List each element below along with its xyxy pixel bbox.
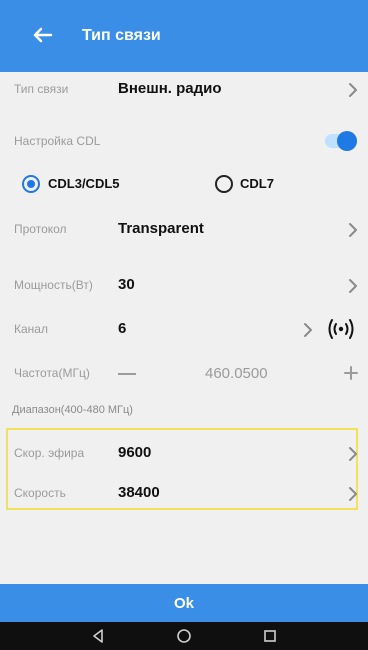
- radio-cdl7-label: CDL7: [240, 176, 274, 191]
- frequency-range-note: Диапазон(400-480 МГц): [12, 404, 133, 416]
- radio-cdl7[interactable]: [215, 175, 233, 193]
- label-power: Мощность(Вт): [14, 278, 93, 292]
- back-arrow-icon[interactable]: [30, 22, 56, 48]
- value-air-speed: 9600: [118, 444, 152, 461]
- value-speed: 38400: [118, 484, 160, 501]
- app-header: Тип связи: [0, 0, 368, 72]
- radio-signal-icon[interactable]: [326, 316, 356, 342]
- value-connection-type: Внешн. радио: [118, 80, 222, 97]
- label-frequency: Частота(МГц): [14, 366, 90, 380]
- row-cdl-options: CDL3/CDL5 CDL7: [0, 168, 368, 204]
- row-cdl-setting: Настройка CDL: [0, 124, 368, 160]
- plus-icon[interactable]: [343, 365, 359, 381]
- label-speed: Скорость: [14, 486, 66, 500]
- chevron-right-icon[interactable]: [348, 446, 358, 462]
- circle-icon[interactable]: [176, 628, 192, 644]
- label-channel: Канал: [14, 322, 48, 336]
- label-air-speed: Скор. эфира: [14, 446, 85, 460]
- label-connection-type: Тип связи: [14, 82, 69, 96]
- toggle-knob: [337, 131, 357, 151]
- row-air-speed[interactable]: Скор. эфира 9600: [0, 436, 368, 472]
- label-cdl-setting: Настройка CDL: [14, 134, 101, 148]
- label-protocol: Протокол: [14, 222, 67, 236]
- row-connection-type[interactable]: Тип связи Внешн. радио: [0, 72, 368, 108]
- value-power: 30: [118, 276, 135, 293]
- row-channel[interactable]: Канал 6: [0, 312, 368, 348]
- ok-button[interactable]: Ok: [0, 584, 368, 622]
- cdl-toggle[interactable]: [325, 131, 357, 151]
- content: Тип связи Внешн. радио Настройка CDL CDL…: [0, 72, 368, 584]
- chevron-right-icon[interactable]: [348, 486, 358, 502]
- chevron-right-icon[interactable]: [303, 322, 313, 338]
- row-protocol[interactable]: Протокол Transparent: [0, 212, 368, 248]
- square-icon[interactable]: [262, 628, 278, 644]
- radio-cdl3[interactable]: [22, 175, 40, 193]
- row-speed[interactable]: Скорость 38400: [0, 476, 368, 512]
- chevron-right-icon[interactable]: [348, 222, 358, 238]
- minus-icon[interactable]: [118, 373, 136, 375]
- ok-label: Ok: [173, 594, 194, 612]
- value-channel: 6: [118, 320, 127, 337]
- row-power[interactable]: Мощность(Вт) 30: [0, 268, 368, 304]
- system-navbar: [0, 622, 368, 650]
- value-frequency[interactable]: 460.0500: [205, 365, 268, 382]
- chevron-right-icon[interactable]: [348, 82, 358, 98]
- page-title: Тип связи: [82, 27, 161, 44]
- chevron-right-icon[interactable]: [348, 278, 358, 294]
- triangle-left-icon[interactable]: [90, 628, 106, 644]
- value-protocol: Transparent: [118, 220, 204, 237]
- radio-cdl3-label: CDL3/CDL5: [48, 176, 120, 191]
- row-frequency: Частота(МГц) 460.0500: [0, 356, 368, 392]
